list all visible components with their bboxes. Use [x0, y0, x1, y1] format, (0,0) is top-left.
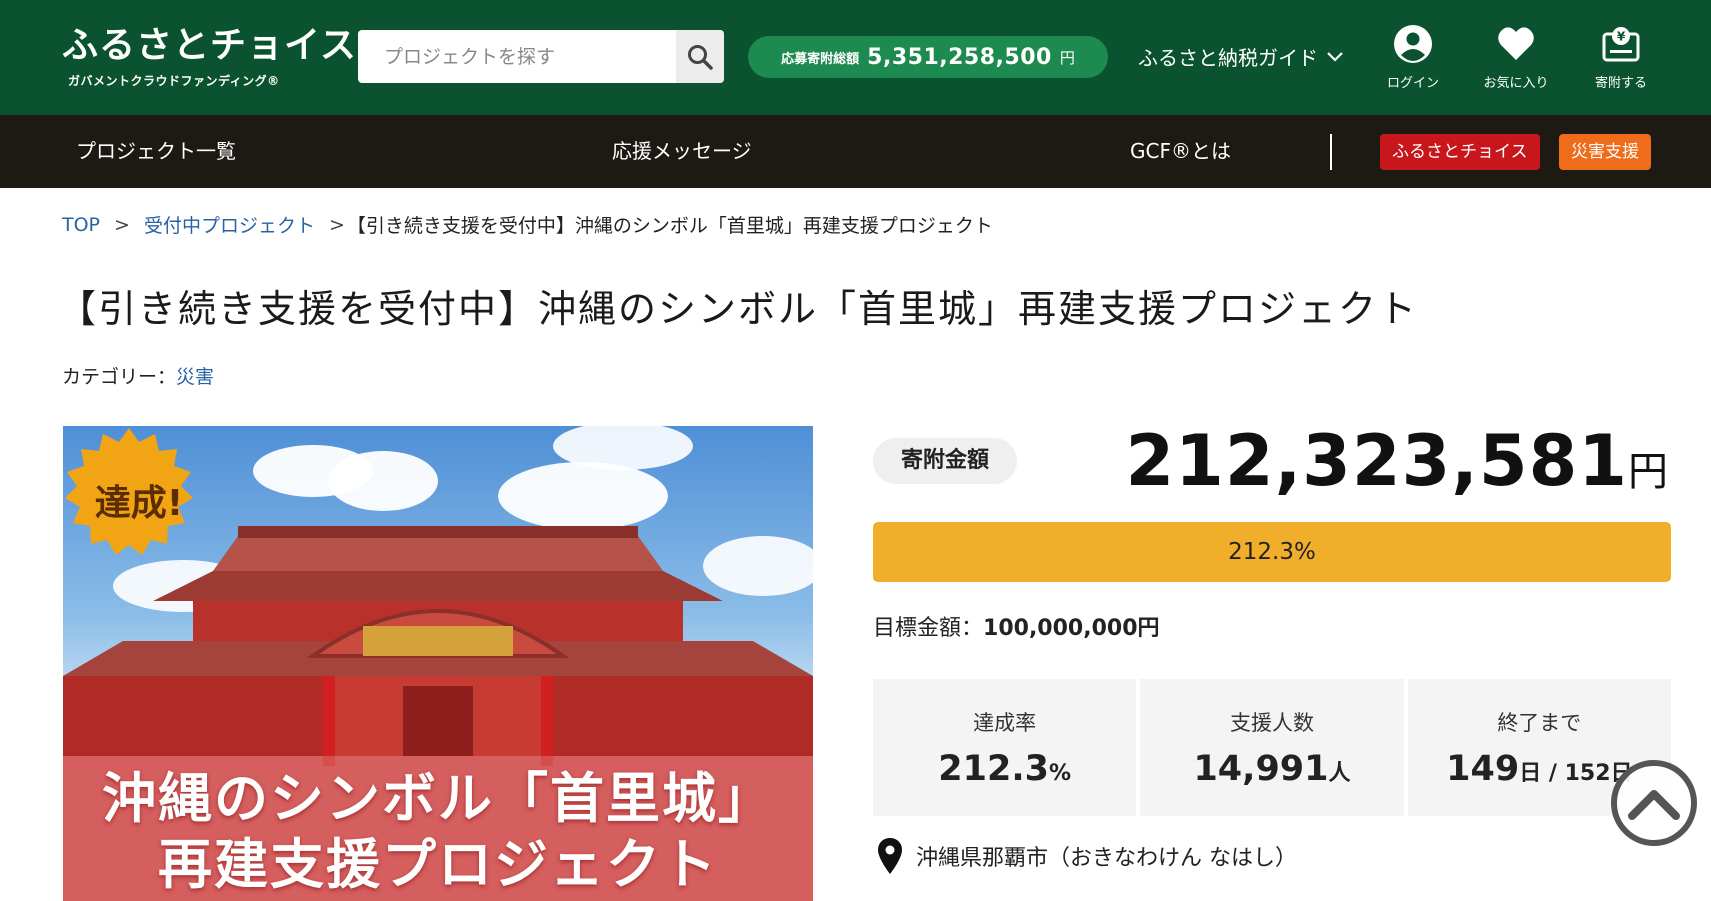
progress-bar-label: 212.3% [1228, 539, 1316, 565]
stat-achievement-rate: 達成率 212.3% [873, 679, 1137, 816]
main-nav: プロジェクト一覧 応援メッセージ GCF®とは ふるさとチョイス 災害支援 [0, 115, 1711, 188]
location-text: 沖縄県那覇市（おきなわけん なはし） [916, 846, 1297, 871]
furusato-choice-link[interactable]: ふるさとチョイス [1380, 134, 1540, 170]
chevron-up-icon [1628, 790, 1680, 820]
project-stats: 達成率 212.3% 支援人数 14,991人 終了まで 149日 / 152日 [873, 679, 1671, 816]
donation-amount-label: 寄附金額 [873, 438, 1017, 484]
project-hero-image: 達成! 沖縄のシンボル「首里城」 再建支援プロジェクト [63, 426, 813, 901]
donate-button[interactable]: ¥ 寄附する [1576, 24, 1666, 91]
breadcrumb: TOP > 受付中プロジェクト > 【引き続き支援を受付中】沖縄のシンボル「首里… [62, 211, 993, 238]
search-box [358, 30, 724, 83]
category-link[interactable]: 災害 [176, 366, 214, 388]
project-location: 沖縄県那覇市（おきなわけん なはし） [878, 838, 1297, 874]
days-remaining-number: 149 [1446, 749, 1520, 789]
site-logo[interactable]: ふるさとチョイス ガバメントクラウドファンディング® [62, 26, 357, 89]
donation-box-icon: ¥ [1602, 27, 1640, 62]
supporters-number: 14,991 [1193, 749, 1329, 789]
login-button[interactable]: ログイン [1368, 24, 1458, 91]
hero-caption-line1: 沖縄のシンボル「首里城」 [102, 767, 774, 830]
donation-amount: 212,323,581円 [1125, 420, 1668, 502]
total-donations-badge: 応募寄附総額 5,351,258,500 円 [748, 36, 1108, 78]
days-remaining-unit: 日 [1519, 761, 1542, 786]
hero-caption-line2: 再建支援プロジェクト [158, 833, 718, 896]
achieved-badge-text: 達成! [94, 483, 184, 524]
stat-value: 14,991人 [1140, 749, 1403, 789]
nav-project-list[interactable]: プロジェクト一覧 [76, 115, 236, 188]
breadcrumb-separator: > [114, 213, 130, 236]
map-pin-icon [878, 838, 902, 874]
goal-amount: 目標金額：100,000,000円 [873, 610, 1160, 642]
login-label: ログイン [1386, 76, 1439, 91]
stat-value: 212.3% [873, 749, 1136, 789]
user-icon [1394, 25, 1432, 63]
search-input[interactable] [358, 30, 676, 83]
goal-label: 目標金額： [873, 616, 984, 641]
total-donations-value: 5,351,258,500 [867, 44, 1052, 70]
heart-icon [1498, 27, 1534, 60]
stat-label: 支援人数 [1229, 711, 1314, 735]
total-donations-label: 応募寄附総額 [781, 51, 860, 67]
breadcrumb-separator: > [328, 213, 345, 236]
breadcrumb-top[interactable]: TOP [62, 214, 100, 236]
breadcrumb-current: 【引き続き支援を受付中】沖縄のシンボル「首里城」再建支援プロジェクト [346, 215, 993, 237]
stat-label: 終了まで [1497, 711, 1582, 735]
nav-support-messages[interactable]: 応援メッセージ [612, 115, 752, 188]
nav-divider [1330, 134, 1332, 170]
disaster-support-link[interactable]: 災害支援 [1559, 134, 1651, 170]
chevron-down-icon [1327, 51, 1343, 62]
donate-label: 寄附する [1594, 76, 1647, 91]
svg-text:¥: ¥ [1617, 30, 1626, 44]
supporters-unit: 人 [1328, 761, 1351, 786]
logo-subtitle: ガバメントクラウドファンディング® [68, 74, 280, 88]
site-header: ふるさとチョイス ガバメントクラウドファンディング® 応募寄附総額 5,351,… [0, 0, 1711, 115]
scroll-to-top-button[interactable] [1611, 760, 1697, 846]
favorites-label: お気に入り [1483, 76, 1549, 91]
progress-bar: 212.3% [873, 522, 1671, 582]
nav-about-gcf[interactable]: GCF®とは [1130, 115, 1231, 188]
furusato-guide-menu[interactable]: ふるさと納税ガイド [1138, 42, 1344, 71]
search-icon [688, 44, 713, 70]
page-title: 【引き続き支援を受付中】沖縄のシンボル「首里城」再建支援プロジェクト [58, 287, 1419, 331]
search-button[interactable] [676, 30, 724, 83]
rate-unit: % [1049, 761, 1072, 786]
donation-amount-unit: 円 [1628, 449, 1668, 495]
goal-value: 100,000,000円 [983, 616, 1160, 641]
stat-label: 達成率 [973, 711, 1037, 735]
hero-caption: 沖縄のシンボル「首里城」 再建支援プロジェクト [63, 766, 813, 898]
category-label: カテゴリー： [62, 366, 177, 388]
stat-supporters: 支援人数 14,991人 [1140, 679, 1404, 816]
breadcrumb-projects[interactable]: 受付中プロジェクト [144, 211, 315, 238]
total-donations-unit: 円 [1059, 48, 1075, 67]
project-category: カテゴリー：災害 [62, 362, 214, 389]
favorites-button[interactable]: お気に入り [1471, 24, 1561, 91]
donation-amount-value: 212,323,581 [1125, 420, 1628, 502]
guide-label: ふるさと納税ガイド [1138, 46, 1318, 70]
logo-title: ふるさとチョイス [62, 25, 357, 66]
rate-number: 212.3 [938, 749, 1049, 789]
